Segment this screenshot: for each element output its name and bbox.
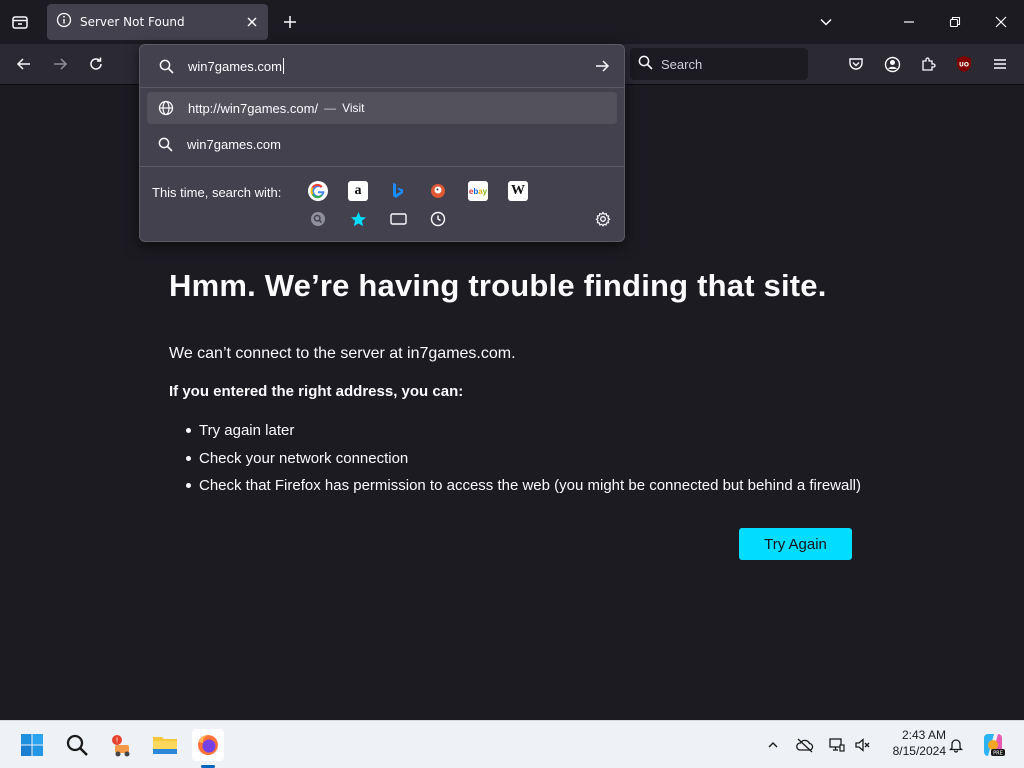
divider <box>140 87 624 88</box>
divider <box>140 166 624 167</box>
restore-icon[interactable] <box>939 6 971 38</box>
suggestion-url: http://win7games.com/ <box>188 100 319 116</box>
error-subheading: If you entered the right address, you ca… <box>169 383 464 400</box>
wikipedia-engine-icon[interactable]: W <box>508 181 528 201</box>
menu-icon[interactable] <box>984 48 1016 80</box>
list-item: Check your network connection <box>186 445 861 473</box>
search-icon[interactable] <box>61 729 93 761</box>
tab-server-not-found[interactable]: Server Not Found <box>47 4 268 40</box>
go-arrow-icon[interactable] <box>590 54 614 78</box>
list-all-tabs-icon[interactable] <box>4 6 36 38</box>
error-title: Hmm. We’re having trouble finding that s… <box>169 268 827 303</box>
suggestions-list: Try again later Check your network conne… <box>186 417 861 500</box>
url-input-value: win7games.com <box>188 58 282 74</box>
suggestion-search-term[interactable]: win7games.com <box>147 128 617 160</box>
clock-time: 2:43 AM <box>901 728 946 742</box>
reload-icon[interactable] <box>80 48 112 80</box>
google-engine-icon[interactable] <box>308 181 328 201</box>
start-icon[interactable] <box>16 729 48 761</box>
cloud-offline-icon[interactable] <box>793 733 817 757</box>
info-icon <box>56 12 72 32</box>
tab-strip: Server Not Found <box>0 0 1024 44</box>
history-clock-icon[interactable] <box>428 209 448 229</box>
tab-title: Server Not Found <box>80 15 185 29</box>
list-item: Check that Firefox has permission to acc… <box>186 472 861 500</box>
suggestion-text: win7games.com <box>187 136 281 152</box>
copilot-icon[interactable]: PRE <box>979 731 1007 759</box>
file-explorer-icon[interactable] <box>149 729 181 761</box>
search-icon <box>159 59 174 74</box>
notifications-bell-icon[interactable] <box>944 733 968 757</box>
back-icon[interactable] <box>8 48 40 80</box>
svg-text:UO: UO <box>959 62 969 69</box>
svg-text:!: ! <box>116 737 119 745</box>
globe-icon <box>158 100 174 116</box>
suggestion-visit-url[interactable]: http://win7games.com/ — Visit <box>147 92 617 124</box>
extensions-icon[interactable] <box>912 48 944 80</box>
text-caret <box>282 58 284 74</box>
search-with-label: This time, search with: <box>152 185 282 200</box>
urlbar-dropdown: win7games.com http://win7games.com/ — Vi… <box>139 44 625 242</box>
bing-engine-icon[interactable] <box>388 181 408 201</box>
taskbar-clock[interactable]: 2:43 AM 8/15/2024 <box>880 728 946 759</box>
close-window-icon[interactable] <box>985 6 1017 38</box>
svg-text:PRE: PRE <box>993 751 1003 757</box>
error-description: We can’t connect to the server at in7gam… <box>169 345 516 362</box>
chevron-up-icon[interactable] <box>761 733 785 757</box>
pocket-icon[interactable] <box>840 48 872 80</box>
ebay-engine-icon[interactable]: ebay <box>468 181 488 201</box>
duckduckgo-engine-icon[interactable] <box>428 181 448 201</box>
search-icon <box>638 55 653 74</box>
app-icon[interactable]: ! <box>105 729 137 761</box>
account-icon[interactable] <box>876 48 908 80</box>
volume-muted-icon[interactable] <box>851 733 875 757</box>
clock-date: 8/15/2024 <box>892 744 946 758</box>
gear-icon[interactable] <box>593 209 613 229</box>
amazon-engine-icon[interactable]: a <box>348 181 368 201</box>
search-placeholder: Search <box>661 56 703 72</box>
close-tab-icon[interactable] <box>240 10 264 34</box>
firefox-icon[interactable] <box>192 729 224 761</box>
search-bar[interactable]: Search <box>630 48 808 80</box>
suggestion-separator: — <box>324 101 337 115</box>
chevron-down-icon[interactable] <box>810 6 842 38</box>
new-tab-icon[interactable] <box>274 6 306 38</box>
bookmarks-star-icon[interactable] <box>348 209 368 229</box>
tabs-icon[interactable] <box>388 209 408 229</box>
taskbar: ! PRE <box>0 720 1024 768</box>
network-icon[interactable] <box>825 733 849 757</box>
url-input[interactable]: win7games.com <box>148 51 616 81</box>
minimize-icon[interactable] <box>893 6 925 38</box>
suggestion-action: Visit <box>342 101 365 115</box>
ublock-origin-icon[interactable]: UO <box>948 48 980 80</box>
search-icon <box>158 137 173 152</box>
try-again-button[interactable]: Try Again <box>739 528 852 560</box>
list-item: Try again later <box>186 417 861 445</box>
forward-icon[interactable] <box>44 48 76 80</box>
search-mode-icon[interactable] <box>308 209 328 229</box>
